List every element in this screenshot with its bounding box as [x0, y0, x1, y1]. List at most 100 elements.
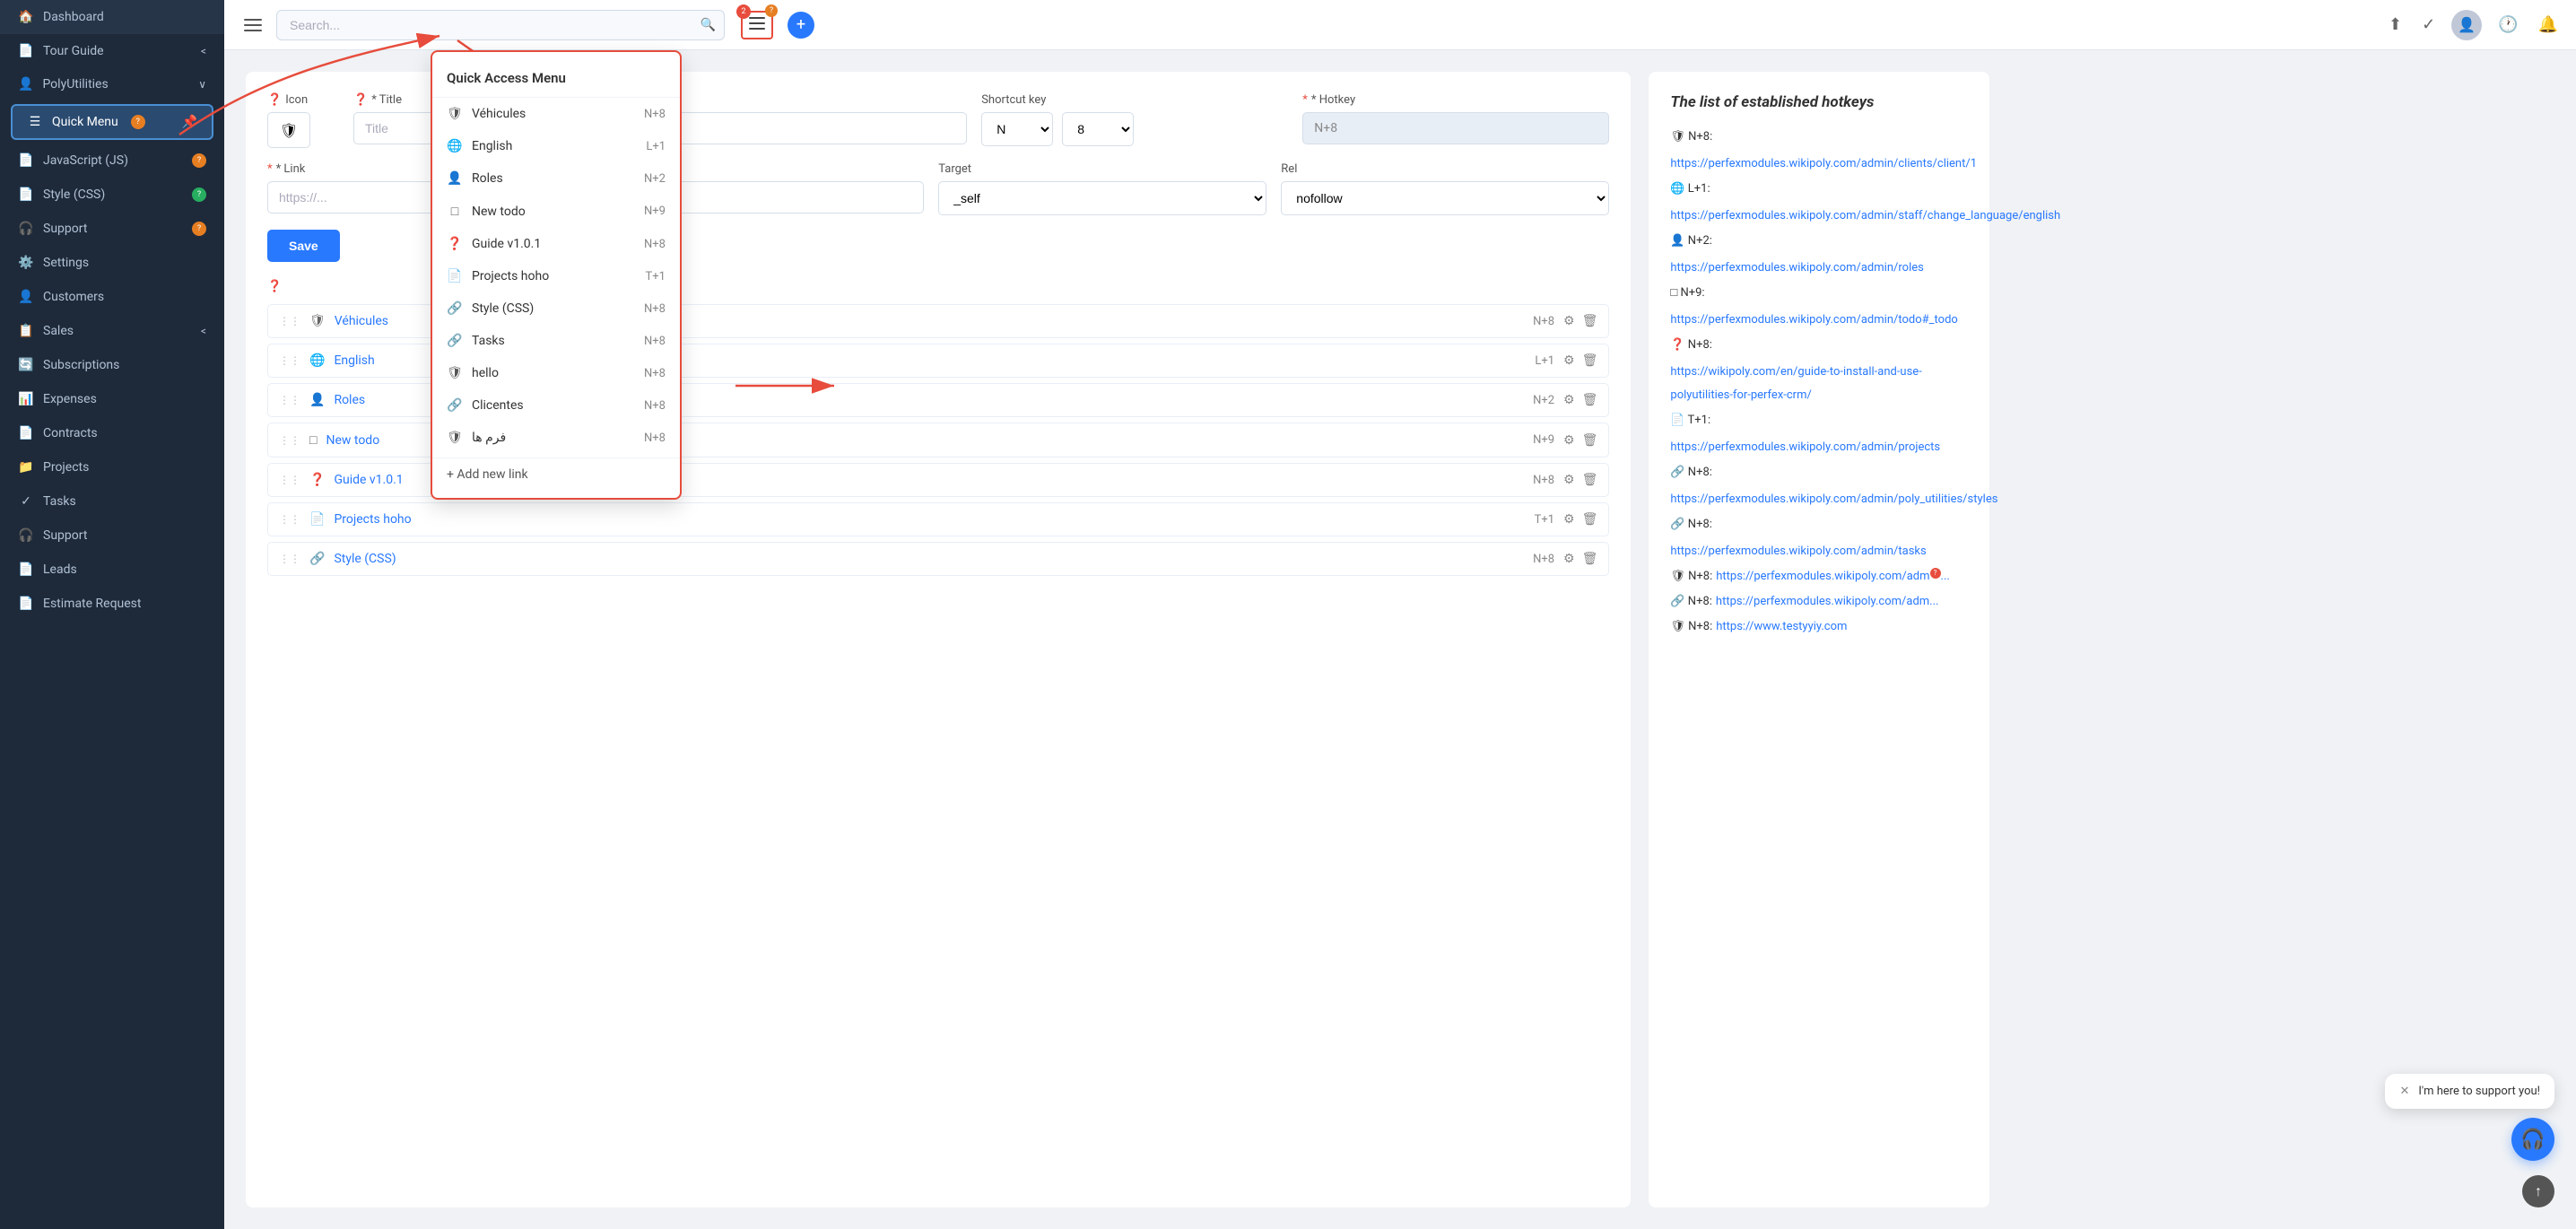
help-dot: ?: [765, 4, 778, 17]
hotkey-link[interactable]: https://perfexmodules.wikipoly.com/admin…: [1670, 153, 1977, 176]
settings-action[interactable]: ⚙: [1563, 512, 1575, 527]
hotkey-link[interactable]: https://perfexmodules.wikipoly.com/admin…: [1670, 309, 1957, 332]
search-input[interactable]: [276, 10, 725, 40]
save-button[interactable]: Save: [267, 230, 340, 262]
sidebar-item-estimate-request[interactable]: 📄 Estimate Request: [0, 587, 224, 621]
sidebar-item-quick-menu[interactable]: ☰ Quick Menu ? 📌: [11, 104, 213, 140]
qa-item-hello[interactable]: 🛡 hello N+8: [432, 357, 680, 389]
settings-action[interactable]: ⚙: [1563, 393, 1575, 407]
sidebar-item-tasks[interactable]: ✓ Tasks: [0, 484, 224, 519]
drag-handle[interactable]: ⋮⋮: [279, 354, 300, 367]
delete-action[interactable]: 🗑: [1582, 473, 1598, 487]
sidebar-item-javascript[interactable]: 📄 JavaScript (JS) ?: [0, 144, 224, 178]
hotkey-link[interactable]: https://wikipoly.com/en/guide-to-install…: [1670, 361, 1968, 407]
sidebar-item-dashboard[interactable]: 🏠 Dashboard: [0, 0, 224, 34]
hotkey-prefix: 🛡 N+8:: [1670, 126, 1712, 149]
notifications-button[interactable]: 🔔: [2535, 12, 2562, 38]
drag-handle[interactable]: ⋮⋮: [279, 394, 300, 406]
settings-icon: ⚙️: [18, 256, 34, 270]
sidebar-item-polyutilities[interactable]: 👤 PolyUtilities ∨: [0, 68, 224, 100]
delete-action[interactable]: 🗑: [1582, 552, 1598, 566]
qa-item-roles[interactable]: 👤 Roles N+2: [432, 162, 680, 195]
rel-select[interactable]: nofollownoopenernoreferrer: [1281, 181, 1609, 215]
drag-handle[interactable]: ⋮⋮: [279, 434, 300, 447]
qa-item-english[interactable]: 🌐 English L+1: [432, 130, 680, 162]
hotkey-prefix: 👤 N+2:: [1670, 230, 1712, 253]
delete-action[interactable]: 🗑: [1582, 314, 1598, 328]
sidebar-item-support2[interactable]: 🎧 Support: [0, 519, 224, 553]
shortcut-8-select[interactable]: 8129: [1062, 112, 1134, 146]
settings-action[interactable]: ⚙: [1563, 353, 1575, 368]
check-button[interactable]: ✓: [2418, 12, 2439, 38]
user-icon: 👤: [447, 171, 463, 186]
chat-support-button[interactable]: 🎧: [2511, 1118, 2554, 1161]
sidebar-item-expenses[interactable]: 📊 Expenses: [0, 382, 224, 416]
hotkey-link[interactable]: https://www.testyyiy.com: [1716, 615, 1847, 639]
icon-picker[interactable]: 🛡: [267, 112, 310, 148]
chat-close-button[interactable]: ✕: [2399, 1085, 2409, 1098]
sidebar-item-customers[interactable]: 👤 Customers: [0, 280, 224, 314]
settings-action[interactable]: ⚙: [1563, 473, 1575, 487]
qa-item-clicentes[interactable]: 🔗 Clicentes N+8: [432, 389, 680, 422]
delete-action[interactable]: 🗑: [1582, 512, 1598, 527]
sidebar-item-support[interactable]: 🎧 Support ?: [0, 212, 224, 246]
delete-action[interactable]: 🗑: [1582, 393, 1598, 407]
help-badge: ?: [192, 222, 206, 236]
hotkey-item: 🛡 N+8: https://perfexmodules.wikipoly.co…: [1670, 565, 1968, 588]
sidebar-item-sales[interactable]: 📋 Sales <: [0, 314, 224, 348]
hotkey-link[interactable]: https://perfexmodules.wikipoly.com/admin…: [1670, 257, 1923, 280]
add-quick-access-button[interactable]: +: [788, 12, 814, 39]
contracts-icon: 📄: [18, 426, 34, 440]
sidebar-item-tour-guide[interactable]: 📄 Tour Guide <: [0, 34, 224, 68]
css-icon: 📄: [18, 187, 34, 202]
add-new-link-button[interactable]: + Add new link: [432, 458, 680, 491]
sidebar: 🏠 Dashboard 📄 Tour Guide < 👤 PolyUtiliti…: [0, 0, 224, 1229]
delete-action[interactable]: 🗑: [1582, 433, 1598, 448]
drag-handle[interactable]: ⋮⋮: [279, 315, 300, 327]
share-button[interactable]: ⬆: [2385, 12, 2406, 38]
hotkey-link[interactable]: https://perfexmodules.wikipoly.com/admin…: [1670, 540, 1926, 563]
tasks-icon: ✓: [18, 494, 34, 509]
hotkey-link[interactable]: https://perfexmodules.wikipoly.com/admin…: [1670, 436, 1940, 459]
qa-shortcut: L+1: [646, 140, 666, 153]
settings-action[interactable]: ⚙: [1563, 314, 1575, 328]
avatar[interactable]: 👤: [2451, 10, 2482, 40]
drag-handle[interactable]: ⋮⋮: [279, 474, 300, 486]
target-select[interactable]: _self_blank_parent_top: [938, 181, 1266, 215]
hotkey-link[interactable]: https://perfexmodules.wikipoly.com/adm..…: [1716, 590, 1939, 614]
icon-label: ❓ Icon: [267, 93, 339, 107]
chat-message: I'm here to support you!: [2418, 1085, 2540, 1098]
shortcut-n-select[interactable]: NLT: [981, 112, 1053, 146]
qa-item-new-todo[interactable]: □ New todo N+9: [432, 195, 680, 228]
settings-action[interactable]: ⚙: [1563, 552, 1575, 566]
hotkey-link[interactable]: https://perfexmodules.wikipoly.com/admin…: [1670, 205, 2060, 228]
qa-item-style-css[interactable]: 🔗 Style (CSS) N+8: [432, 292, 680, 325]
item-label[interactable]: Style (CSS): [334, 552, 1524, 566]
qa-item-projects-hoho[interactable]: 📄 Projects hoho T+1: [432, 260, 680, 292]
hotkey-link[interactable]: https://perfexmodules.wikipoly.com/admin…: [1670, 488, 1997, 511]
qa-item-farsi[interactable]: 🛡 فرم ها N+8: [432, 422, 680, 454]
sidebar-item-contracts[interactable]: 📄 Contracts: [0, 416, 224, 450]
qa-item-guide[interactable]: ❓ Guide v1.0.1 N+8: [432, 228, 680, 260]
sidebar-item-projects[interactable]: 📁 Projects: [0, 450, 224, 484]
qa-item-tasks[interactable]: 🔗 Tasks N+8: [432, 325, 680, 357]
qa-label: Roles: [472, 171, 635, 186]
sidebar-item-style-css[interactable]: 📄 Style (CSS) ?: [0, 178, 224, 212]
hotkey-prefix: 📄 T+1:: [1670, 409, 1710, 432]
sidebar-item-settings[interactable]: ⚙️ Settings: [0, 246, 224, 280]
clock-button[interactable]: 🕐: [2494, 12, 2521, 38]
drag-handle[interactable]: ⋮⋮: [279, 513, 300, 526]
drag-handle[interactable]: ⋮⋮: [279, 553, 300, 565]
qa-item-vehicules[interactable]: 🛡 Véhicules N+8: [432, 98, 680, 130]
target-label: Target: [938, 162, 1266, 176]
search-icon: 🔍: [701, 18, 716, 32]
item-label[interactable]: Projects hoho: [334, 512, 1525, 527]
hotkey-link[interactable]: https://perfexmodules.wikipoly.com/adm?.…: [1716, 565, 1950, 588]
sidebar-item-subscriptions[interactable]: 🔄 Subscriptions: [0, 348, 224, 382]
sidebar-item-label: Quick Menu: [52, 115, 118, 129]
delete-action[interactable]: 🗑: [1582, 353, 1598, 368]
settings-action[interactable]: ⚙: [1563, 433, 1575, 448]
sidebar-item-leads[interactable]: 📄 Leads: [0, 553, 224, 587]
scroll-top-button[interactable]: ↑: [2522, 1175, 2554, 1207]
menu-toggle-button[interactable]: [239, 11, 267, 39]
